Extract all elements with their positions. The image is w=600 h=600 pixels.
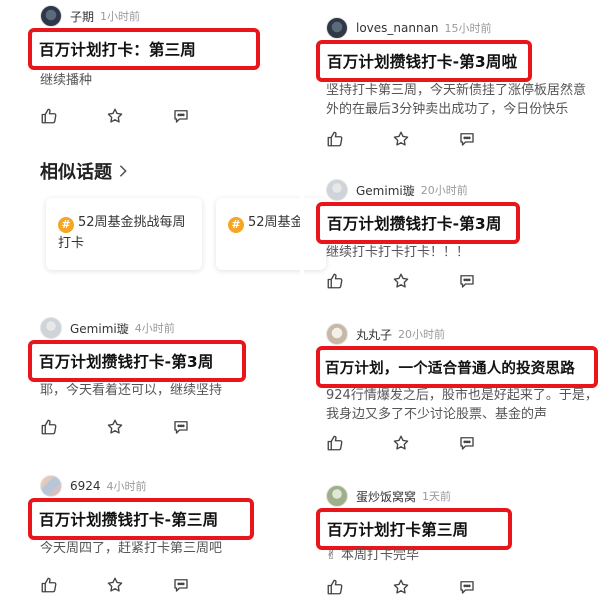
post-author-row[interactable]: 蛋炒饭窝窝 1天前 (326, 484, 451, 508)
avatar[interactable] (326, 17, 348, 39)
star-icon[interactable] (392, 578, 410, 596)
post-author-row[interactable]: 丸丸子 20小时前 (326, 322, 445, 346)
post-title-text: 百万计划攒钱打卡-第3周啦 (327, 53, 518, 71)
post-time: 4小时前 (134, 322, 175, 335)
post-body[interactable]: 耶，今天看着还可以，继续坚持 (40, 381, 290, 400)
hashtag-icon: # (228, 217, 244, 233)
post-body[interactable]: 继续播种 (40, 71, 290, 90)
post-author-row[interactable]: 子期 1小时前 (40, 4, 140, 28)
thumbs-up-icon[interactable] (40, 576, 58, 594)
post-actions (326, 272, 476, 290)
thumbs-up-icon[interactable] (40, 418, 58, 436)
post-title[interactable]: 百万计划攒钱打卡-第3周啦 (316, 40, 532, 82)
author-name[interactable]: 蛋炒饭窝窝 (356, 488, 416, 505)
topic-label: 52周基金 (248, 215, 304, 230)
comment-icon[interactable] (458, 130, 476, 148)
thumbs-up-icon[interactable] (40, 107, 58, 125)
hashtag-icon: # (58, 217, 74, 233)
similar-topics-heading[interactable]: 相似话题 (40, 158, 128, 184)
avatar[interactable] (326, 323, 348, 345)
author-name[interactable]: 丸丸子 (356, 326, 392, 343)
left-column: 子期 1小时前 百万计划打卡：第三周 继续播种 相似话题 #52周基金挑战每周打… (0, 0, 326, 600)
thumbs-up-icon[interactable] (326, 434, 344, 452)
comment-icon[interactable] (458, 578, 476, 596)
star-icon[interactable] (392, 130, 410, 148)
comment-icon[interactable] (172, 418, 190, 436)
author-name[interactable]: 子期 (70, 8, 94, 25)
post-time: 15小时前 (444, 22, 492, 35)
post-title-text: 百万计划打卡：第三周 (39, 41, 197, 59)
post-title[interactable]: 百万计划，一个适合普通人的投资思路 (316, 346, 598, 388)
comment-icon[interactable] (458, 272, 476, 290)
post-title[interactable]: 百万计划打卡：第三周 (28, 28, 260, 70)
avatar[interactable] (326, 485, 348, 507)
chevron-right-icon (119, 165, 127, 177)
post-author-row[interactable]: loves_nannan 15小时前 (326, 16, 492, 40)
post-title[interactable]: 百万计划攒钱打卡-第3周 (28, 340, 246, 382)
post-time: 1天前 (422, 490, 452, 503)
author-name[interactable]: Gemimi璇 (70, 320, 129, 337)
post-title-text: 百万计划，一个适合普通人的投资思路 (325, 360, 575, 377)
star-icon[interactable] (106, 576, 124, 594)
post-body[interactable]: 继续打卡打卡打卡！！！ (326, 243, 598, 262)
post-title-text: 百万计划攒钱打卡-第3周 (39, 353, 214, 371)
star-icon[interactable] (392, 272, 410, 290)
post-author-row[interactable]: Gemimi璇 4小时前 (40, 316, 175, 340)
avatar[interactable] (326, 179, 348, 201)
post-body[interactable]: ✌ 本周打卡完毕 (326, 546, 598, 565)
right-column: loves_nannan 15小时前 百万计划攒钱打卡-第3周啦 坚持打卡第三周… (304, 0, 600, 600)
star-icon[interactable] (106, 418, 124, 436)
post-time: 4小时前 (106, 480, 147, 493)
post-title-text: 百万计划打卡第三周 (327, 521, 469, 539)
comment-icon[interactable] (172, 576, 190, 594)
post-title-text: 百万计划攒钱打卡-第三周 (39, 511, 219, 529)
thumbs-up-icon[interactable] (326, 130, 344, 148)
similar-topics-title: 相似话题 (40, 162, 112, 183)
post-body[interactable]: 坚持打卡第三周，今天新债挂了涨停板居然意外的在最后3分钟卖出成功了，今日份快乐 (326, 81, 598, 119)
comment-icon[interactable] (172, 107, 190, 125)
post-title[interactable]: 百万计划攒钱打卡-第三周 (28, 498, 254, 540)
post-time: 20小时前 (420, 184, 468, 197)
star-icon[interactable] (106, 107, 124, 125)
avatar[interactable] (40, 317, 62, 339)
comment-icon[interactable] (458, 434, 476, 452)
author-name[interactable]: loves_nannan (356, 21, 439, 35)
post-actions (40, 576, 190, 594)
avatar[interactable] (40, 5, 62, 27)
avatar[interactable] (40, 475, 62, 497)
post-actions (40, 418, 190, 436)
topic-card-text: #52周基金挑战每周打卡 (58, 212, 190, 254)
post-actions (40, 107, 190, 125)
post-title[interactable]: 百万计划攒钱打卡-第3周 (316, 202, 520, 244)
post-author-row[interactable]: Gemimi璇 20小时前 (326, 178, 468, 202)
post-time: 1小时前 (100, 10, 141, 23)
post-body[interactable]: 今天周四了，赶紧打卡第三周吧 (40, 539, 290, 558)
topic-card[interactable]: #52周基金挑战每周打卡 (46, 198, 202, 270)
post-time: 20小时前 (398, 328, 446, 341)
post-body[interactable]: 924行情爆发之后，股市也是好起来了。于是，我身边又多了不少讨论股票、基金的声 (326, 386, 598, 424)
post-actions (326, 130, 476, 148)
author-name[interactable]: 6924 (70, 479, 101, 493)
topic-label: 52周基金挑战每周打卡 (58, 215, 186, 251)
post-title[interactable]: 百万计划打卡第三周 (316, 508, 512, 550)
post-author-row[interactable]: 6924 4小时前 (40, 474, 147, 498)
star-icon[interactable] (392, 434, 410, 452)
post-title-text: 百万计划攒钱打卡-第3周 (327, 215, 502, 233)
thumbs-up-icon[interactable] (326, 578, 344, 596)
post-actions (326, 578, 476, 596)
author-name[interactable]: Gemimi璇 (356, 182, 415, 199)
thumbs-up-icon[interactable] (326, 272, 344, 290)
post-actions (326, 434, 476, 452)
